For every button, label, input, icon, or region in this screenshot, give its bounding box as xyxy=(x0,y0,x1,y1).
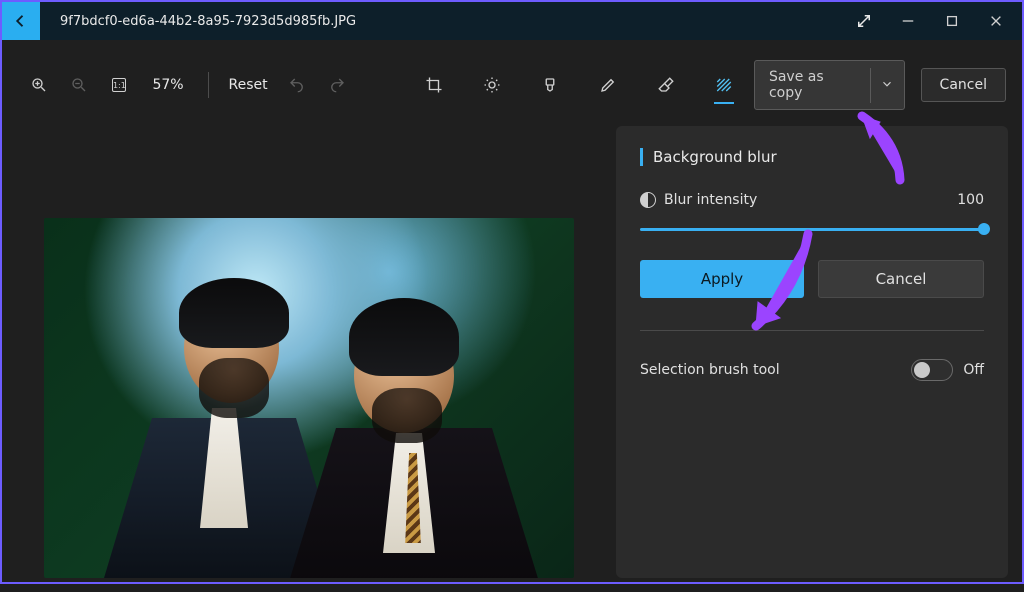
image-canvas[interactable] xyxy=(16,126,592,578)
reset-button[interactable]: Reset xyxy=(223,77,274,93)
zoom-out-icon[interactable] xyxy=(62,67,96,103)
redo-icon[interactable] xyxy=(320,67,354,103)
toolbar-cancel-button[interactable]: Cancel xyxy=(921,68,1006,102)
editor-tabs xyxy=(416,67,742,103)
blur-intensity-icon xyxy=(640,192,656,208)
panel-title: Background blur xyxy=(653,148,777,166)
panel-separator xyxy=(640,330,984,331)
window-title: 9f7bdcf0-ed6a-44b2-8a95-7923d5d985fb.JPG xyxy=(60,14,842,29)
save-as-copy-label[interactable]: Save as copy xyxy=(755,61,870,109)
selection-brush-state: Off xyxy=(963,362,984,378)
edited-photo[interactable] xyxy=(44,218,574,578)
save-as-copy-split-button[interactable]: Save as copy xyxy=(754,60,905,110)
main-area: Background blur Blur intensity 100 Apply… xyxy=(2,126,1022,592)
panel-cancel-button[interactable]: Cancel xyxy=(818,260,984,298)
apply-button[interactable]: Apply xyxy=(640,260,804,298)
panel-accent-bar xyxy=(640,148,643,166)
blur-intensity-value: 100 xyxy=(957,192,984,208)
erase-icon[interactable] xyxy=(648,67,684,103)
adjust-icon[interactable] xyxy=(474,67,510,103)
toolbar-separator xyxy=(208,72,209,98)
blur-intensity-slider[interactable] xyxy=(640,222,984,236)
zoom-in-icon[interactable] xyxy=(22,67,56,103)
selection-brush-toggle[interactable] xyxy=(911,359,953,381)
titlebar: 9f7bdcf0-ed6a-44b2-8a95-7923d5d985fb.JPG xyxy=(2,2,1022,40)
slider-thumb[interactable] xyxy=(978,223,990,235)
crop-icon[interactable] xyxy=(416,67,452,103)
fit-1to1-button[interactable]: 1:1 xyxy=(102,67,136,103)
background-blur-panel: Background blur Blur intensity 100 Apply… xyxy=(616,126,1008,578)
expand-diagonal-icon[interactable] xyxy=(842,12,886,30)
close-button[interactable] xyxy=(974,2,1018,40)
markup-icon[interactable] xyxy=(590,67,626,103)
maximize-button[interactable] xyxy=(930,2,974,40)
selection-brush-label: Selection brush tool xyxy=(640,362,780,378)
undo-icon[interactable] xyxy=(280,67,314,103)
editor-toolbar: 1:1 57% Reset Save as copy xyxy=(2,40,1022,126)
filter-icon[interactable] xyxy=(532,67,568,103)
back-button[interactable] xyxy=(2,2,40,40)
save-dropdown-chevron[interactable] xyxy=(870,68,904,103)
zoom-percent[interactable]: 57% xyxy=(142,77,193,93)
blur-intensity-label: Blur intensity xyxy=(664,192,757,208)
background-blur-tab[interactable] xyxy=(706,67,742,103)
minimize-button[interactable] xyxy=(886,2,930,40)
